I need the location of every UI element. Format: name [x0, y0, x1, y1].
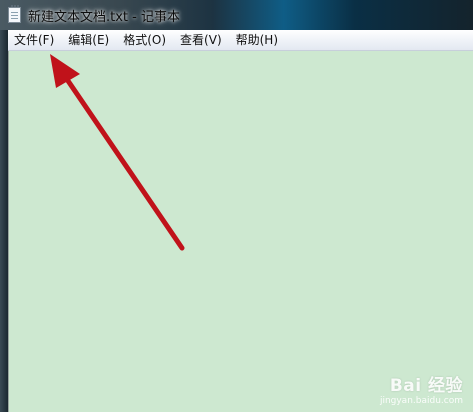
- menu-view[interactable]: 查看(V): [173, 30, 229, 50]
- menu-help[interactable]: 帮助(H): [229, 30, 285, 50]
- text-editor-area[interactable]: [8, 51, 473, 412]
- baidu-watermark: Bai 经验 jingyan.baidu.com: [380, 371, 463, 406]
- window-title: 新建文本文档.txt - 记事本: [28, 10, 180, 25]
- watermark-sub: jingyan.baidu.com: [379, 396, 463, 406]
- menu-edit[interactable]: 编辑(E): [61, 30, 116, 50]
- title-bar[interactable]: 新建文本文档.txt - 记事本: [0, 0, 473, 30]
- menu-bar: 文件(F) 编辑(E) 格式(O) 查看(V) 帮助(H): [8, 30, 473, 51]
- notepad-icon[interactable]: [8, 5, 21, 23]
- menu-file[interactable]: 文件(F): [8, 30, 61, 50]
- window-frame-left: [0, 30, 8, 412]
- watermark-main: Bai 经验: [389, 376, 463, 396]
- notepad-window: 文件(F) 编辑(E) 格式(O) 查看(V) 帮助(H): [8, 30, 473, 412]
- menu-format[interactable]: 格式(O): [116, 30, 173, 50]
